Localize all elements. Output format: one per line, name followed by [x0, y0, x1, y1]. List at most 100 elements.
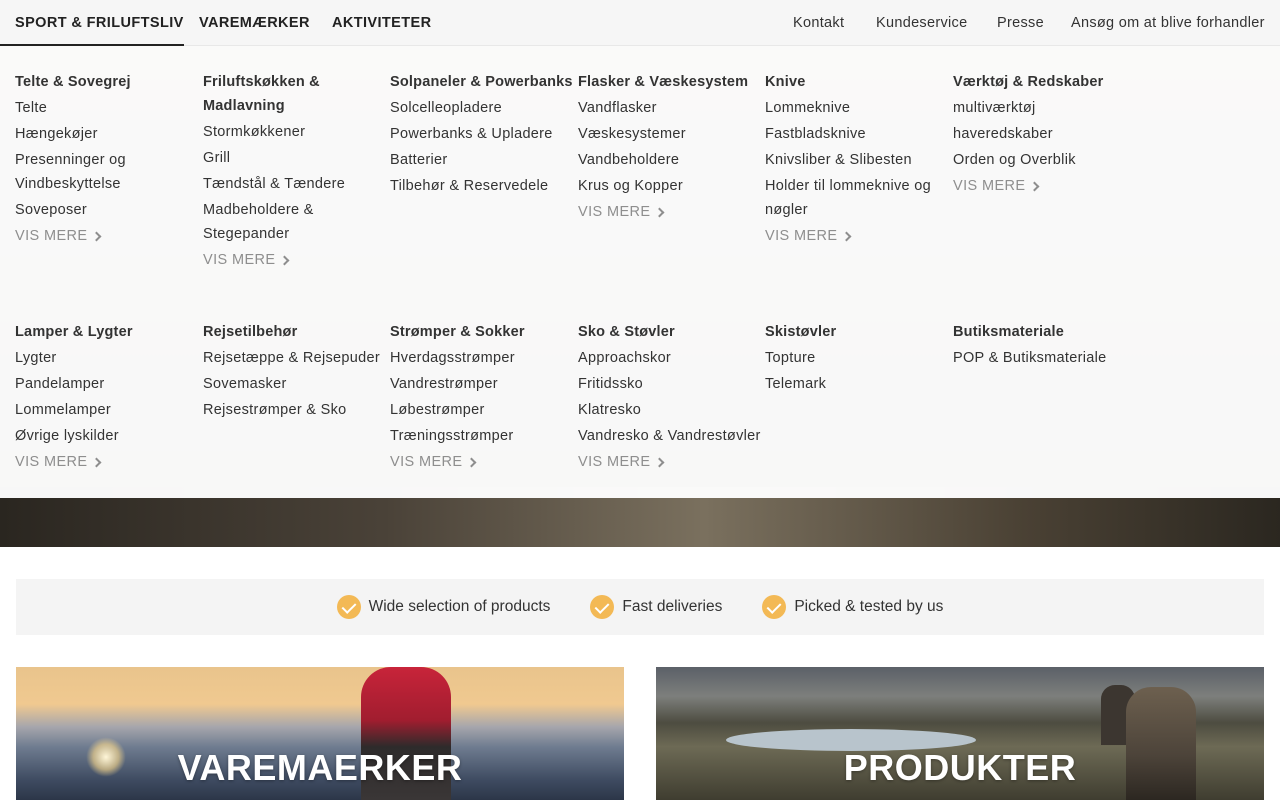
usp-band: Wide selection of products Fast deliveri… [16, 579, 1264, 635]
menu-column-butiksmateriale: Butiksmateriale POP & Butiksmateriale [953, 320, 1138, 370]
menu-column-telte-sovegrej: Telte & Sovegrej Telte Hængekøjer Presennin… [15, 70, 200, 248]
menu-item[interactable]: Orden og Overblik [953, 148, 1138, 172]
usp-item: Fast deliveries [590, 595, 722, 619]
menu-column-str-mper-sokker: Strømper & Sokker Hverdagsstrømper Vandres… [390, 320, 575, 474]
menu-item[interactable]: POP & Butiksmateriale [953, 346, 1138, 370]
menu-item[interactable]: Soveposer [15, 198, 200, 222]
menu-item[interactable]: Stormkøkkener [203, 120, 388, 144]
menu-item[interactable]: Telemark [765, 372, 950, 396]
link-kontakt[interactable]: Kontakt [793, 0, 844, 46]
menu-category-heading[interactable]: Strømper & Sokker [390, 320, 575, 344]
menu-category-heading[interactable]: Rejsetilbehør [203, 320, 388, 344]
menu-category-heading[interactable]: Knive [765, 70, 950, 94]
vis-mere-link[interactable]: VIS MERE [15, 450, 101, 474]
menu-column-skist-vler: Skistøvler Topture Telemark [765, 320, 950, 396]
menu-item[interactable]: Vandflasker [578, 96, 763, 120]
menu-item[interactable]: Vandresko & Vandrestøvler [578, 424, 763, 448]
menu-item[interactable]: Grill [203, 146, 388, 170]
menu-item[interactable]: Tilbehør & Reservedele [390, 174, 575, 198]
menu-category-heading[interactable]: Flasker & Væskesystem [578, 70, 763, 94]
menu-item[interactable]: Vandrestrømper [390, 372, 575, 396]
menu-item[interactable]: Klatresko [578, 398, 763, 422]
products-card-title: PRODUKTER [843, 747, 1077, 788]
menu-item[interactable]: Hverdagsstrømper [390, 346, 575, 370]
menu-column-lamper-lygter: Lamper & Lygter Lygter Pandelamper Lommelam… [15, 320, 200, 474]
chevron-right-icon [654, 457, 664, 467]
check-icon [336, 595, 361, 619]
menu-item[interactable]: Øvrige lyskilder [15, 424, 200, 448]
chevron-right-icon [654, 207, 664, 217]
brands-card-title: VAREMAERKER [177, 747, 463, 788]
check-icon [762, 595, 787, 619]
vis-mere-link[interactable]: VIS MERE [390, 450, 476, 474]
chevron-right-icon [91, 457, 101, 467]
menu-item[interactable]: Rejsestrømper & Sko [203, 398, 388, 422]
vis-mere-link[interactable]: VIS MERE [765, 224, 851, 248]
menu-category-heading[interactable]: Solpaneler & Powerbanks [390, 70, 575, 94]
menu-category-heading[interactable]: Lamper & Lygter [15, 320, 200, 344]
usp-label: Fast deliveries [622, 598, 723, 615]
menu-item[interactable]: Rejsetæppe & Rejsepuder [203, 346, 388, 370]
check-icon [590, 595, 615, 619]
menu-item[interactable]: Vandbeholdere [578, 148, 763, 172]
link-become-dealer[interactable]: Ansøg om at blive forhandler [1071, 0, 1265, 46]
vis-mere-link[interactable]: VIS MERE [953, 174, 1039, 198]
vis-mere-label: VIS MERE [203, 252, 276, 268]
menu-item[interactable]: Madbeholdere & Stegepander [203, 198, 388, 246]
menu-item[interactable]: Tændstål & Tændere [203, 172, 388, 196]
tab-aktiviteter[interactable]: AKTIVITETER [332, 0, 431, 46]
menu-item[interactable]: Hængekøjer [15, 122, 200, 146]
menu-category-heading[interactable]: Sko & Støvler [578, 320, 763, 344]
menu-item[interactable]: Presenninger og Vindbeskyttelse [15, 148, 200, 196]
menu-column-solpaneler-powerbanks: Solpaneler & Powerbanks Solcelleopladere P… [390, 70, 575, 198]
menu-category-heading[interactable]: Værktøj & Redskaber [953, 70, 1138, 94]
chevron-right-icon [91, 231, 101, 241]
link-kundeservice[interactable]: Kundeservice [876, 0, 967, 46]
menu-item[interactable]: Løbestrømper [390, 398, 575, 422]
menu-item[interactable]: Powerbanks & Upladere [390, 122, 575, 146]
vis-mere-label: VIS MERE [578, 454, 651, 470]
menu-item[interactable]: multiværktøj [953, 96, 1138, 120]
menu-item[interactable]: Telte [15, 96, 200, 120]
chevron-right-icon [466, 457, 476, 467]
menu-item[interactable]: haveredskaber [953, 122, 1138, 146]
vis-mere-link[interactable]: VIS MERE [15, 224, 101, 248]
menu-item[interactable]: Pandelamper [15, 372, 200, 396]
menu-item[interactable]: Holder til lommeknive og nøgler [765, 174, 950, 222]
products-card[interactable]: PRODUKTER [656, 667, 1264, 800]
menu-category-heading[interactable]: Skistøvler [765, 320, 950, 344]
menu-item[interactable]: Lommeknive [765, 96, 950, 120]
menu-item[interactable]: Batterier [390, 148, 575, 172]
vis-mere-label: VIS MERE [15, 454, 88, 470]
vis-mere-link[interactable]: VIS MERE [203, 248, 289, 272]
menu-item[interactable]: Fritidssko [578, 372, 763, 396]
menu-item[interactable]: Krus og Kopper [578, 174, 763, 198]
top-nav: SPORT & FRILUFTSLIV VAREMÆRKER AKTIVITET… [0, 0, 1280, 46]
menu-item[interactable]: Væskesystemer [578, 122, 763, 146]
menu-category-heading[interactable]: Butiksmateriale [953, 320, 1138, 344]
menu-item[interactable]: Topture [765, 346, 950, 370]
vis-mere-link[interactable]: VIS MERE [578, 200, 664, 224]
vis-mere-label: VIS MERE [15, 228, 88, 244]
menu-item[interactable]: Fastbladsknive [765, 122, 950, 146]
usp-item: Picked & tested by us [762, 595, 943, 619]
menu-category-heading[interactable]: Friluftskøkken & Madlavning [203, 70, 388, 118]
menu-item[interactable]: Knivsliber & Slibesten [765, 148, 950, 172]
menu-item[interactable]: Solcelleopladere [390, 96, 575, 120]
menu-category-heading[interactable]: Telte & Sovegrej [15, 70, 200, 94]
menu-item[interactable]: Træningsstrømper [390, 424, 575, 448]
vis-mere-label: VIS MERE [578, 204, 651, 220]
menu-item[interactable]: Lommelamper [15, 398, 200, 422]
tab-sport-friluftsliv[interactable]: SPORT & FRILUFTSLIV [0, 0, 184, 46]
tab-varemaerker[interactable]: VAREMÆRKER [199, 0, 310, 46]
usp-label: Picked & tested by us [794, 598, 944, 615]
brands-card[interactable]: VAREMAERKER [16, 667, 624, 800]
menu-item[interactable]: Approachskor [578, 346, 763, 370]
menu-column-v-rkt-j-redskaber: Værktøj & Redskaber multiværktøj haveredsk… [953, 70, 1138, 198]
menu-item[interactable]: Lygter [15, 346, 200, 370]
menu-column-knive: Knive Lommeknive Fastbladsknive Knivsliber … [765, 70, 950, 248]
vis-mere-link[interactable]: VIS MERE [578, 450, 664, 474]
menu-item[interactable]: Sovemasker [203, 372, 388, 396]
usp-label: Wide selection of products [368, 598, 551, 615]
link-presse[interactable]: Presse [997, 0, 1044, 46]
